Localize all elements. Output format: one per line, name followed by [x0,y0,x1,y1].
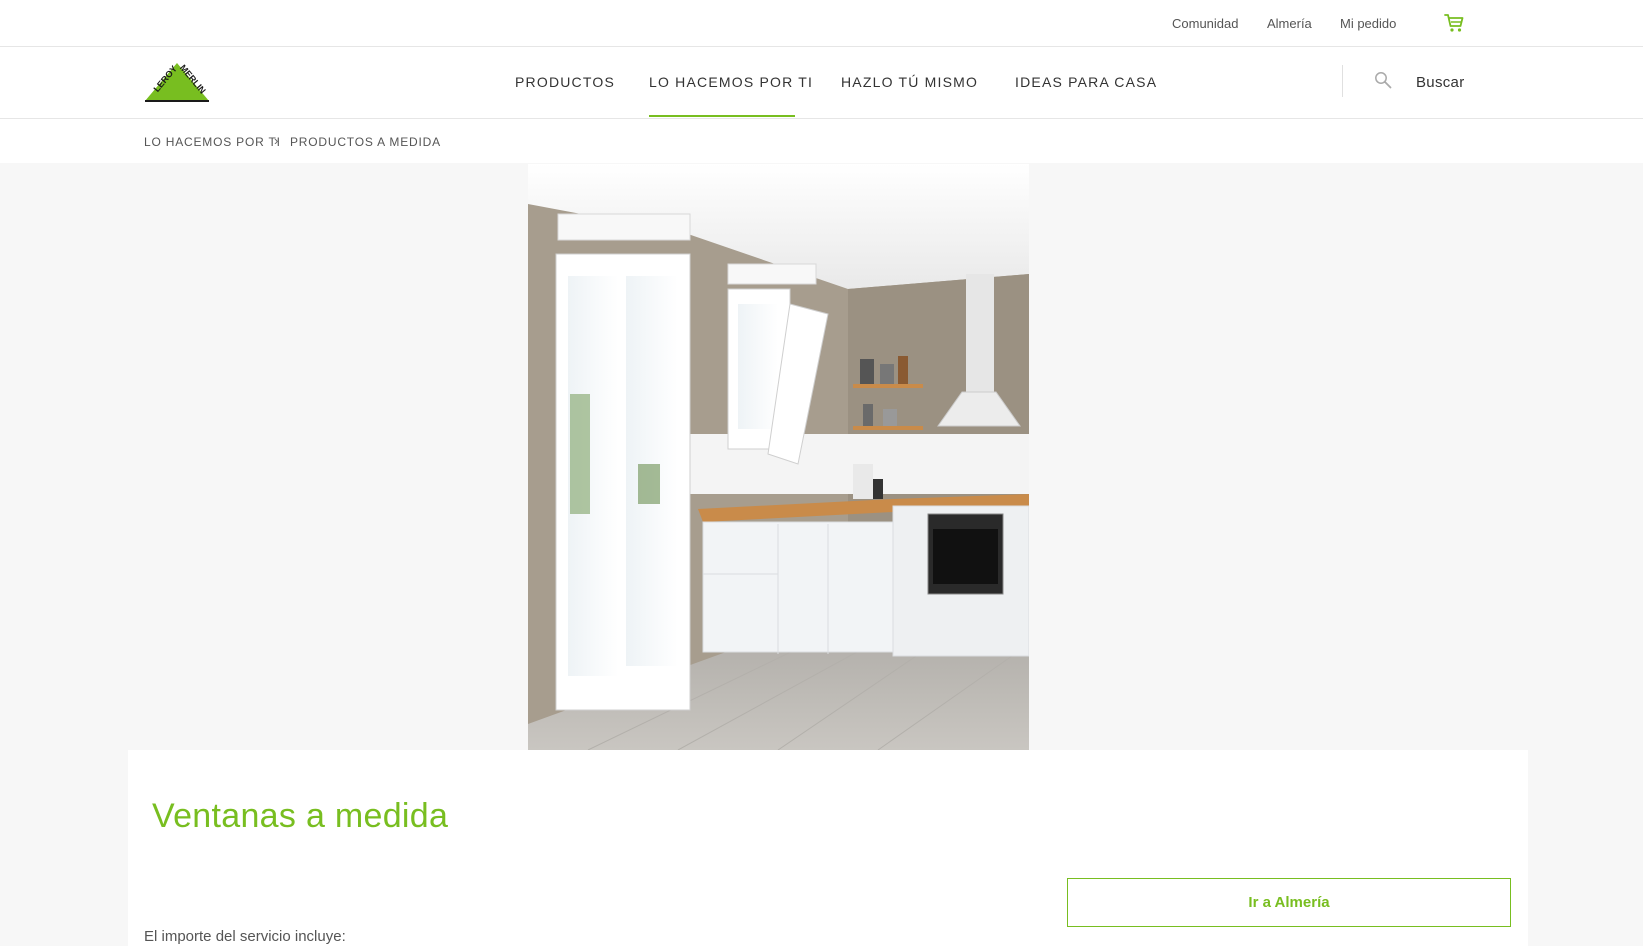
nav-hazlo-tu-mismo[interactable]: HAZLO TÚ MISMO [841,74,978,90]
top-utility-bar: Comunidad Almería Mi pedido [0,0,1643,47]
search-label[interactable]: Buscar [1416,74,1465,91]
link-mi-pedido[interactable]: Mi pedido [1340,14,1396,32]
breadcrumb-item-lo-hacemos-por-ti[interactable]: LO HACEMOS POR TI [144,135,281,149]
go-to-store-button[interactable]: Ir a Almería [1067,878,1511,927]
search-divider [1342,65,1343,97]
leroy-merlin-logo[interactable]: LEROY MERLIN [142,59,212,105]
breadcrumb: LO HACEMOS POR TI › PRODUCTOS A MEDIDA [0,119,1643,163]
search-icon[interactable] [1374,71,1392,89]
chevron-right-icon: › [274,133,279,148]
link-store-almeria[interactable]: Almería [1267,14,1312,32]
nav-lo-hacemos-por-ti[interactable]: LO HACEMOS POR TI [649,74,813,90]
nav-ideas-para-casa[interactable]: IDEAS PARA CASA [1015,74,1157,90]
hero-kitchen-image [528,164,1029,750]
main-header: LEROY MERLIN PRODUCTOS LO HACEMOS POR TI… [0,47,1643,119]
link-comunidad[interactable]: Comunidad [1172,14,1239,32]
page-title: Ventanas a medida [152,797,449,835]
nav-productos[interactable]: PRODUCTOS [515,74,615,90]
service-includes-text: El importe del servicio incluye: [144,928,346,945]
breadcrumb-item-productos-a-medida[interactable]: PRODUCTOS A MEDIDA [290,135,441,149]
cart-icon[interactable] [1443,12,1465,34]
nav-active-indicator [649,115,795,117]
